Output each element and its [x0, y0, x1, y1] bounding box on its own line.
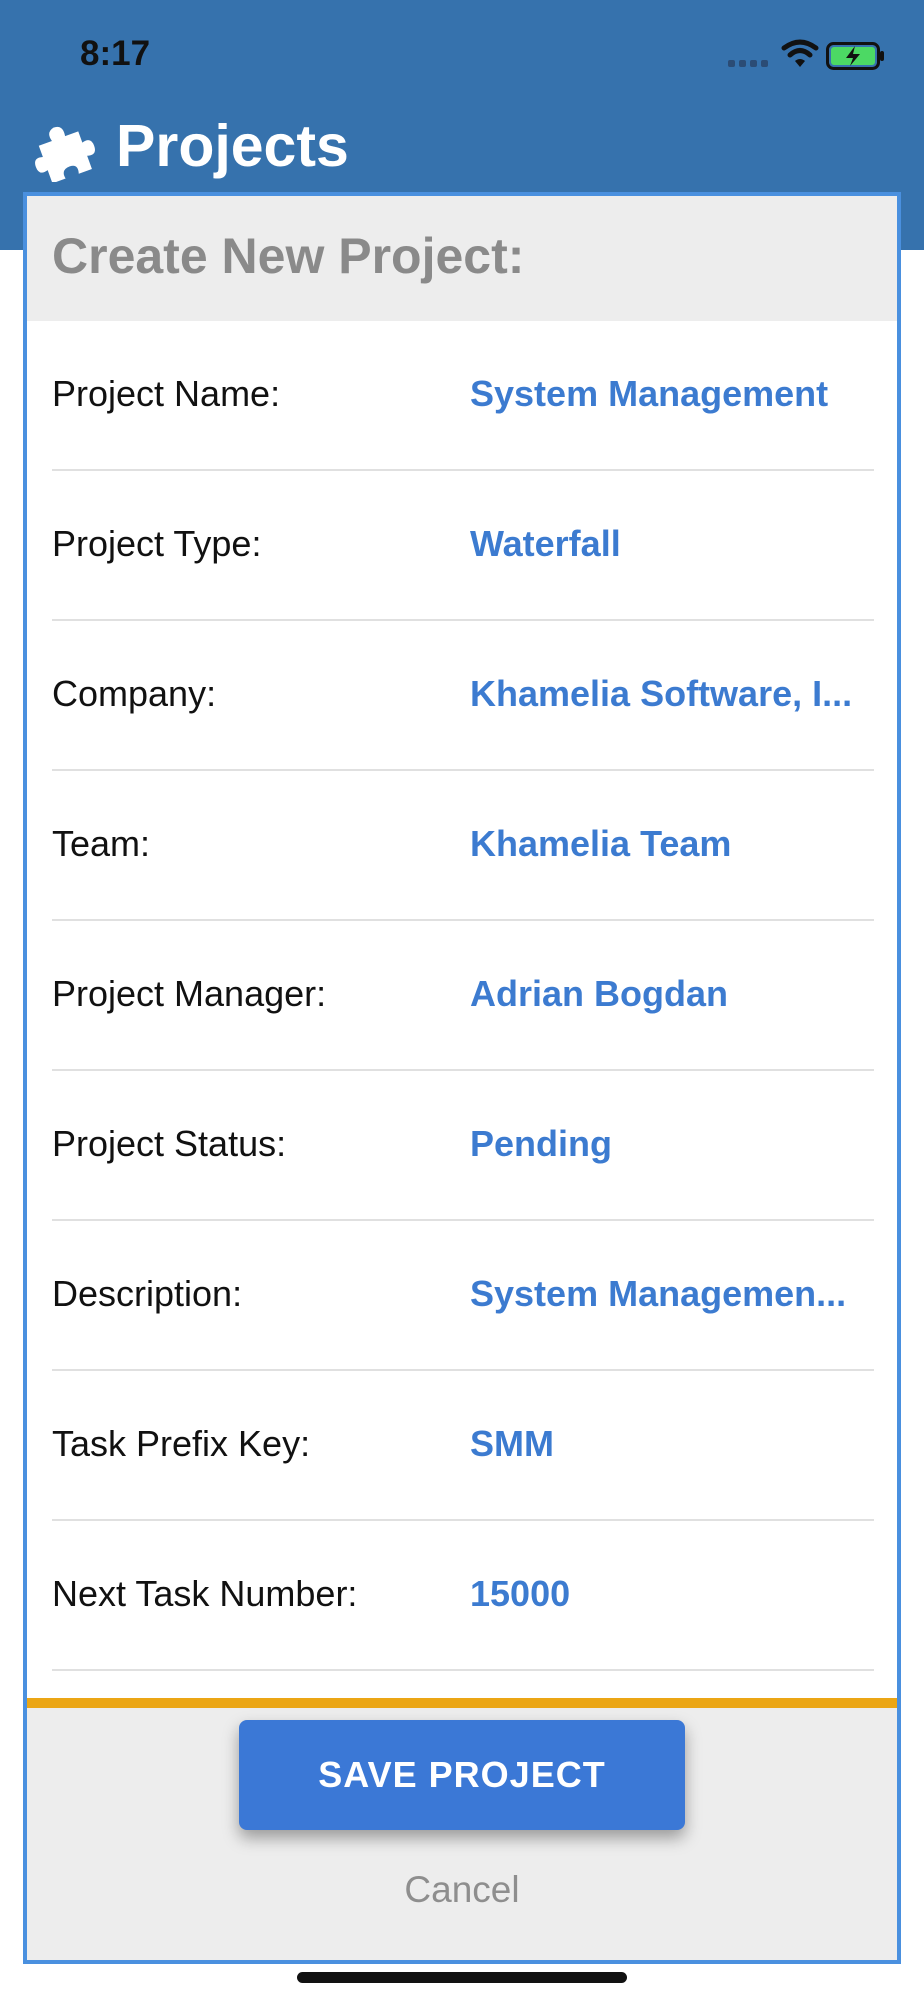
footer-accent-bar [27, 1698, 897, 1708]
field-label: Project Type: [52, 523, 262, 564]
field-row-company[interactable]: Company: Khamelia Software, I... [52, 621, 874, 771]
field-label: Next Task Number: [52, 1573, 358, 1614]
status-time: 8:17 [80, 34, 151, 73]
field-row-project-status[interactable]: Project Status: Pending [52, 1071, 874, 1221]
team-value[interactable]: Khamelia Team [470, 822, 872, 866]
field-label: Task Prefix Key: [52, 1423, 311, 1464]
project-manager-value[interactable]: Adrian Bogdan [470, 972, 872, 1016]
field-label: Company: [52, 673, 217, 714]
company-value[interactable]: Khamelia Software, I... [470, 672, 872, 716]
description-value[interactable]: System Managemen... [470, 1272, 872, 1316]
field-label: Project Manager: [52, 973, 327, 1014]
battery-charging-icon [826, 42, 884, 70]
field-label: Description: [52, 1273, 243, 1314]
field-label: Project Status: [52, 1123, 287, 1164]
project-status-value[interactable]: Pending [470, 1122, 872, 1166]
field-row-project-type[interactable]: Project Type: Waterfall [52, 471, 874, 621]
project-name-value[interactable]: System Management [470, 372, 872, 416]
field-label: Project Name: [52, 373, 281, 414]
dialog-footer: SAVE PROJECT Cancel [27, 1698, 897, 1960]
dialog-header: Create New Project: [27, 196, 897, 321]
field-row-project-manager[interactable]: Project Manager: Adrian Bogdan [52, 921, 874, 1071]
cellular-signal-icon [728, 60, 770, 68]
dialog-title: Create New Project: [52, 228, 525, 284]
cancel-button[interactable]: Cancel [312, 1860, 612, 1920]
app-title-text: Projects [116, 113, 349, 179]
field-label: Team: [52, 823, 151, 864]
save-project-button[interactable]: SAVE PROJECT [239, 1720, 685, 1830]
project-type-value[interactable]: Waterfall [470, 522, 872, 566]
puzzle-piece-icon [35, 126, 95, 182]
wifi-icon [781, 39, 819, 67]
project-field-list: Project Name: System Management Project … [27, 321, 897, 1671]
task-prefix-key-value[interactable]: SMM [470, 1422, 872, 1466]
field-row-description[interactable]: Description: System Managemen... [52, 1221, 874, 1371]
create-project-dialog: Create New Project: Project Name: System… [23, 192, 901, 1964]
next-task-number-value[interactable]: 15000 [470, 1572, 872, 1616]
home-indicator[interactable] [297, 1972, 627, 1983]
field-row-project-name[interactable]: Project Name: System Management [52, 321, 874, 471]
field-row-team[interactable]: Team: Khamelia Team [52, 771, 874, 921]
field-row-task-prefix-key[interactable]: Task Prefix Key: SMM [52, 1371, 874, 1521]
field-row-next-task-number[interactable]: Next Task Number: 15000 [52, 1521, 874, 1671]
app-title: Projects [32, 108, 349, 184]
